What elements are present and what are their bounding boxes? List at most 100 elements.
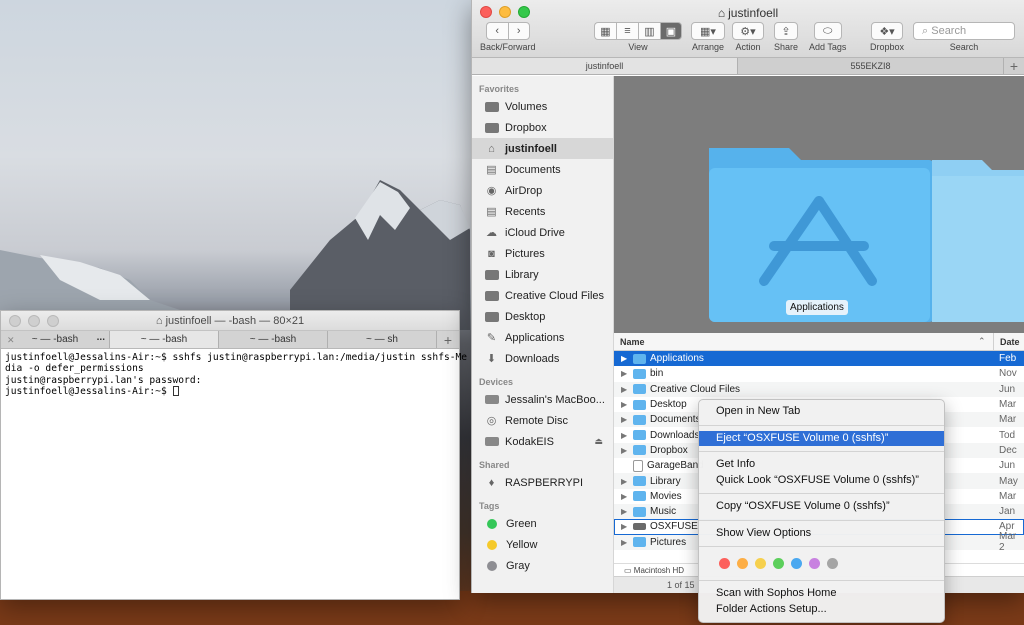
row-name: Desktop [650, 399, 687, 411]
back-forward-group: ‹ › Back/Forward [480, 22, 536, 52]
search-group: ⌕ Search Search [913, 22, 1015, 52]
close-button[interactable] [9, 315, 21, 327]
sidebar-item-icloud-drive[interactable]: ☁ iCloud Drive [472, 222, 613, 243]
search-input[interactable]: ⌕ Search [913, 22, 1015, 40]
sidebar-item-label: Dropbox [505, 121, 547, 134]
tag-color-swatch[interactable] [719, 558, 730, 569]
sidebar-item-label: Creative Cloud Files [505, 289, 605, 302]
list-row[interactable]: ▶ Creative Cloud Files Jun [614, 381, 1024, 397]
applications-folder-icon [709, 148, 1024, 322]
list-row[interactable]: ▶ Applications Feb [614, 351, 1024, 367]
sidebar-item-library[interactable]: Library [472, 264, 613, 285]
sidebar-tag-gray[interactable]: Gray [472, 555, 613, 576]
sidebar-item-macbook[interactable]: Jessalin's MacBoo... [472, 389, 613, 410]
disclosure-triangle-icon[interactable]: ▶ [621, 369, 633, 378]
gallery-view-button[interactable]: ▣ [660, 22, 682, 40]
sidebar-item-dropbox[interactable]: Dropbox [472, 117, 613, 138]
folder-icon [633, 491, 646, 502]
sidebar-item-applications[interactable]: ✎ Applications [472, 327, 613, 348]
disclosure-triangle-icon[interactable]: ▶ [621, 538, 633, 547]
row-name: Pictures [650, 536, 687, 548]
tag-color-swatch[interactable] [809, 558, 820, 569]
tab-close-icon[interactable]: ✕ [7, 331, 15, 349]
sidebar-tag-green[interactable]: Green [472, 513, 613, 534]
menu-scan-sophos[interactable]: Scan with Sophos Home [699, 586, 944, 602]
terminal-line: justinfoell@Jessalins-Air:~$ sshfs justi… [5, 352, 468, 363]
terminal-tab-2[interactable]: ~ — -bash [110, 331, 219, 348]
terminal-titlebar[interactable]: ⌂ justinfoell — -bash — 80×21 [1, 311, 459, 331]
sidebar-item-justinfoell[interactable]: ⌂ justinfoell [472, 138, 613, 159]
tab-label: sh [387, 334, 398, 345]
folder-icon [484, 309, 499, 324]
new-tab-button[interactable]: + [1004, 58, 1024, 74]
window-title: justinfoell [728, 6, 779, 20]
disclosure-triangle-icon[interactable]: ▶ [621, 354, 633, 363]
path-item[interactable]: Macintosh HD [634, 566, 684, 575]
sidebar-item-recents[interactable]: ▤ Recents [472, 201, 613, 222]
sidebar-item-pictures[interactable]: ◙ Pictures [472, 243, 613, 264]
preview-item-label[interactable]: Applications [786, 300, 848, 315]
share-button[interactable]: ⇪ [774, 22, 799, 40]
terminal-tab-4[interactable]: ~ — sh [328, 331, 437, 348]
icon-view-button[interactable]: ▦ [594, 22, 616, 40]
add-tags-button[interactable]: ⬭ [813, 22, 842, 40]
sidebar-item-volumes[interactable]: Volumes [472, 96, 613, 117]
menu-copy[interactable]: Copy “OSXFUSE Volume 0 (sshfs)” [699, 499, 944, 515]
arrange-button[interactable]: ▦▾ [691, 22, 725, 40]
menu-open-in-new-tab[interactable]: Open in New Tab [699, 404, 944, 420]
forward-button[interactable]: › [507, 22, 530, 40]
sidebar-item-documents[interactable]: ▤ Documents [472, 159, 613, 180]
sidebar-item-raspberrypi[interactable]: ♦ RASPBERRYPI [472, 472, 613, 493]
tab-prefix: ~ — [31, 334, 51, 345]
sidebar-tag-yellow[interactable]: Yellow [472, 534, 613, 555]
finder-tab-justinfoell[interactable]: justinfoell [472, 58, 738, 74]
disclosure-triangle-icon[interactable]: ▶ [621, 431, 633, 440]
disclosure-triangle-icon[interactable]: ▶ [621, 446, 633, 455]
tab-label: -bash [53, 334, 79, 345]
minimize-button[interactable] [28, 315, 40, 327]
zoom-button[interactable] [47, 315, 59, 327]
sidebar-item-airdrop[interactable]: ◉ AirDrop [472, 180, 613, 201]
eject-icon[interactable]: ⏏ [594, 436, 603, 447]
disclosure-triangle-icon[interactable]: ▶ [621, 522, 633, 531]
disclosure-triangle-icon[interactable]: ▶ [621, 507, 633, 516]
list-view-button[interactable]: ≡ [616, 22, 638, 40]
terminal-tab-3[interactable]: ~ — -bash [219, 331, 328, 348]
tag-color-swatch[interactable] [773, 558, 784, 569]
column-header-name[interactable]: Name [620, 337, 645, 347]
disclosure-triangle-icon[interactable]: ▶ [621, 400, 633, 409]
sidebar-item-desktop[interactable]: Desktop [472, 306, 613, 327]
disclosure-triangle-icon[interactable]: ▶ [621, 492, 633, 501]
terminal-output[interactable]: justinfoell@Jessalins-Air:~$ sshfs justi… [1, 349, 468, 401]
terminal-tab-1[interactable]: ✕ ~ — -bash ... [1, 331, 110, 348]
disclosure-triangle-icon[interactable]: ▶ [621, 477, 633, 486]
sidebar-item-kodakeis[interactable]: KodakEIS ⏏ [472, 431, 613, 452]
dropbox-button[interactable]: ❖▾ [871, 22, 904, 40]
disclosure-triangle-icon[interactable]: ▶ [621, 415, 633, 424]
menu-quick-look[interactable]: Quick Look “OSXFUSE Volume 0 (sshfs)” [699, 473, 944, 489]
sidebar-item-remote-disc[interactable]: ◎ Remote Disc [472, 410, 613, 431]
back-forward-label: Back/Forward [480, 42, 536, 52]
tag-color-swatch[interactable] [755, 558, 766, 569]
new-tab-button[interactable]: + [437, 331, 459, 348]
back-button[interactable]: ‹ [485, 22, 508, 40]
tag-color-swatch[interactable] [791, 558, 802, 569]
menu-eject[interactable]: Eject “OSXFUSE Volume 0 (sshfs)” [699, 430, 944, 446]
row-date: Mar [999, 399, 1017, 411]
column-header-date[interactable]: Date [993, 333, 1020, 351]
sidebar-item-creative-cloud-files[interactable]: Creative Cloud Files [472, 285, 613, 306]
list-row[interactable]: ▶ bin Nov [614, 366, 1024, 381]
menu-get-info[interactable]: Get Info [699, 457, 944, 473]
tag-color-swatch[interactable] [737, 558, 748, 569]
menu-show-view-options[interactable]: Show View Options [699, 526, 944, 542]
menu-folder-actions-setup[interactable]: Folder Actions Setup... [699, 602, 944, 618]
tag-color-swatch[interactable] [827, 558, 838, 569]
search-placeholder: Search [931, 25, 967, 37]
column-view-button[interactable]: ▥ [638, 22, 660, 40]
search-icon: ⌕ [922, 25, 929, 37]
action-button[interactable]: ⚙▾ [732, 22, 764, 40]
disclosure-triangle-icon[interactable]: ▶ [621, 385, 633, 394]
sidebar-item-downloads[interactable]: ⬇ Downloads [472, 348, 613, 369]
finder-tab-555ekzi8[interactable]: 555EKZI8 [738, 58, 1004, 74]
coverflow-icon: ▣ [665, 25, 677, 38]
